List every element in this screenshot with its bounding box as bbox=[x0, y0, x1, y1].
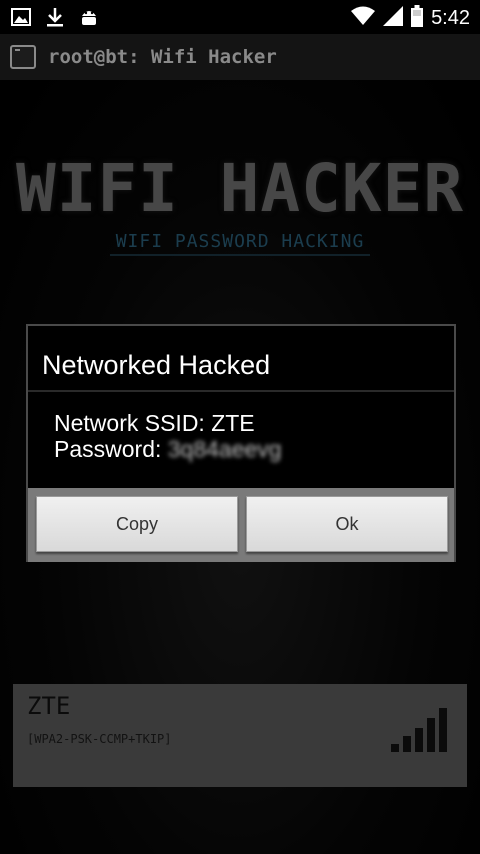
password-value: 3q84aeevg bbox=[167, 436, 282, 462]
dialog-button-bar: Copy Ok bbox=[28, 488, 454, 562]
battery-icon bbox=[411, 5, 424, 31]
app-title: root@bt: Wifi Hacker bbox=[48, 46, 277, 68]
dialog-message: Network SSID: ZTE Password: 3q84aeevg bbox=[54, 410, 282, 462]
clock: 5:42 bbox=[431, 6, 470, 29]
signal-icon bbox=[383, 6, 404, 30]
status-bar: 5:42 bbox=[0, 0, 480, 34]
ok-button[interactable]: Ok bbox=[246, 496, 448, 552]
android-icon bbox=[78, 6, 100, 32]
app-title-bar: root@bt: Wifi Hacker bbox=[0, 34, 480, 80]
copy-button[interactable]: Copy bbox=[36, 496, 238, 552]
image-icon bbox=[10, 6, 32, 32]
dialog-divider bbox=[28, 390, 454, 392]
download-icon bbox=[44, 6, 66, 32]
wifi-icon bbox=[351, 6, 376, 30]
network-ssid-line: Network SSID: ZTE bbox=[54, 410, 255, 436]
dialog-title: Networked Hacked bbox=[42, 350, 271, 380]
hacked-dialog: Networked Hacked Network SSID: ZTE Passw… bbox=[26, 324, 456, 562]
password-line: Password: 3q84aeevg bbox=[54, 436, 282, 462]
password-label: Password: bbox=[54, 436, 162, 462]
terminal-icon bbox=[10, 45, 36, 69]
